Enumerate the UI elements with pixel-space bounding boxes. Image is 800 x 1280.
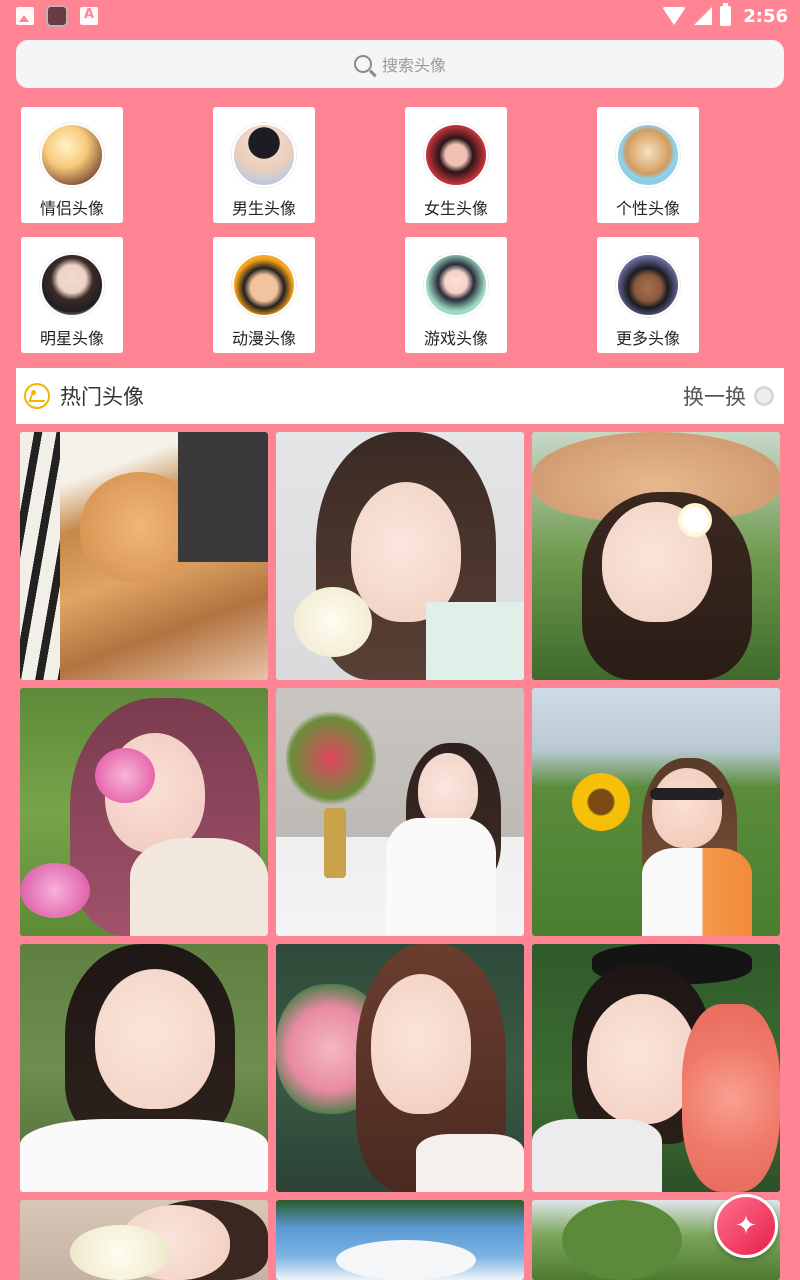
notification-icons (16, 5, 98, 27)
category-more[interactable]: 更多头像 (597, 237, 699, 353)
couple-avatar-icon (40, 123, 104, 187)
girl-with-sunflower[interactable] (532, 688, 780, 936)
hot-title: 热门头像 (60, 385, 144, 409)
clock: 2:56 (743, 5, 788, 27)
female-avatar-icon (424, 123, 488, 187)
hot-section-header: 热门头像 换一换 (16, 368, 784, 424)
hot-title-group: 热门头像 (24, 381, 144, 411)
category-anime[interactable]: 动漫头像 (213, 237, 315, 353)
dog-avatar-icon (616, 123, 680, 187)
category-game[interactable]: 游戏头像 (405, 237, 507, 353)
category-male[interactable]: 男生头像 (213, 107, 315, 223)
girl-with-braids[interactable] (20, 944, 268, 1192)
category-label: 个性头像 (615, 199, 680, 218)
search-icon (353, 55, 372, 73)
cat-photo[interactable] (20, 432, 268, 680)
male-avatar-icon (232, 123, 296, 187)
sky-trees[interactable] (276, 1200, 524, 1280)
refresh-button[interactable]: 换一换 (683, 381, 774, 411)
girl-with-pink-roses[interactable] (276, 944, 524, 1192)
category-star[interactable]: 明星头像 (21, 237, 123, 353)
text-icon (80, 7, 98, 25)
signal-icon (694, 7, 713, 25)
anime-avatar-icon (232, 253, 296, 317)
status-bar: 2:56 (0, 0, 800, 32)
search-placeholder: 搜索头像 (381, 56, 446, 75)
refresh-label: 换一换 (683, 385, 746, 409)
girl-with-bunny-ears[interactable] (532, 944, 780, 1192)
picture-icon (24, 383, 50, 409)
girl-by-vase[interactable] (276, 688, 524, 936)
category-label: 情侣头像 (39, 199, 104, 218)
system-icons: 2:56 (662, 3, 788, 27)
search-bar[interactable]: 搜索头像 (16, 40, 784, 88)
category-label: 明星头像 (39, 329, 104, 348)
girl-with-rose[interactable] (276, 432, 524, 680)
battery-icon (720, 3, 732, 26)
app-icon (46, 5, 68, 27)
category-label: 游戏头像 (423, 329, 488, 348)
category-couple[interactable]: 情侣头像 (21, 107, 123, 223)
image-icon (16, 7, 34, 25)
wifi-icon (662, 7, 687, 25)
category-personality[interactable]: 个性头像 (597, 107, 699, 223)
category-label: 更多头像 (615, 329, 680, 348)
category-female[interactable]: 女生头像 (405, 107, 507, 223)
girl-with-cosmos-flowers[interactable] (20, 688, 268, 936)
more-avatar-icon (616, 253, 680, 317)
game-avatar-icon (424, 253, 488, 317)
magic-wand-button[interactable]: ✦ (714, 1194, 778, 1258)
category-label: 男生头像 (231, 199, 296, 218)
star-avatar-icon (40, 253, 104, 317)
category-label: 女生头像 (423, 199, 488, 218)
category-label: 动漫头像 (231, 329, 296, 348)
girl-with-white-rose[interactable] (20, 1200, 268, 1280)
refresh-icon (754, 386, 774, 406)
magic-wand-icon: ✦ (735, 1211, 757, 1241)
girl-with-straw-hat[interactable] (532, 432, 780, 680)
